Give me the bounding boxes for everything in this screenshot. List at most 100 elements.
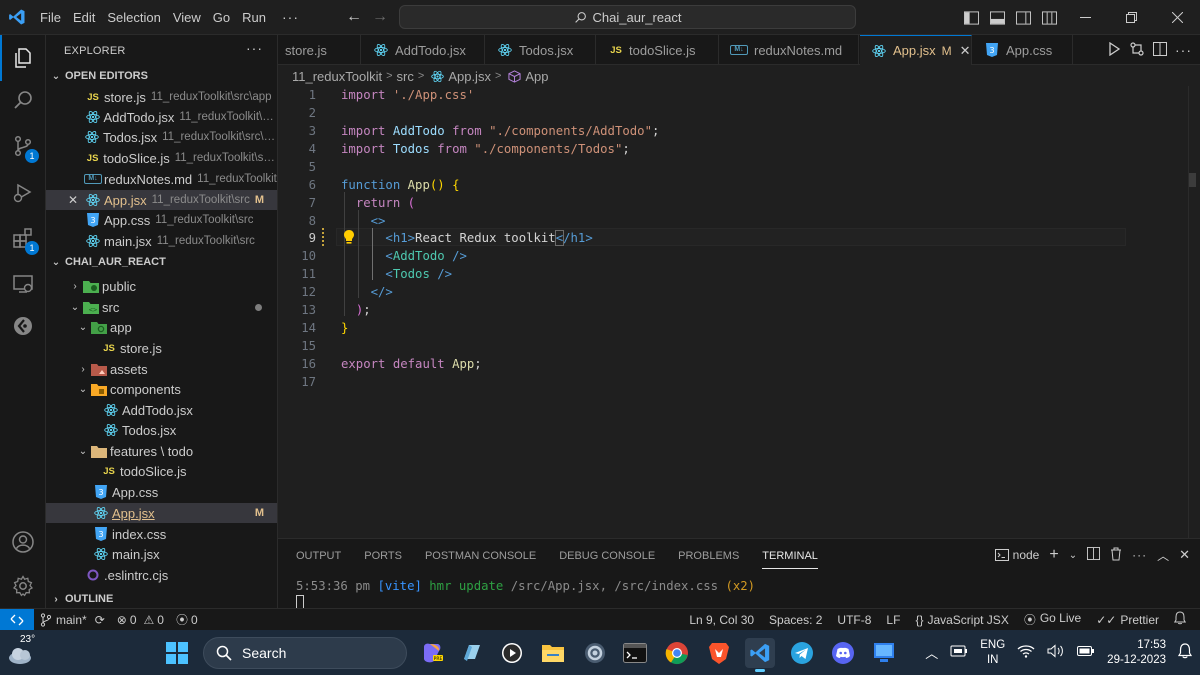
tree-folder-public[interactable]: › public (46, 276, 277, 296)
file-explorer-icon[interactable] (538, 638, 568, 668)
tree-file-app-jsx[interactable]: App.jsx M (46, 503, 277, 523)
explorer-more-button[interactable]: ··· (246, 40, 263, 56)
tree-folder-components[interactable]: ⌄ components (46, 379, 277, 399)
ports-status[interactable]: ⦿ 0 (176, 611, 198, 628)
open-editors-header[interactable]: ⌄ OPEN EDITORS (46, 65, 277, 87)
terminal-shell-selector[interactable]: node (994, 548, 1039, 562)
open-editor-item[interactable]: Todos.jsx 11_reduxToolkit\src\co... (46, 127, 277, 147)
remote-desktop-icon[interactable] (869, 638, 899, 668)
menu-more-button[interactable]: ··· (272, 6, 309, 30)
split-editor-icon[interactable] (1153, 41, 1167, 59)
chevron-down-icon[interactable]: ⌄ (1069, 550, 1077, 561)
more-actions-icon[interactable]: ··· (1132, 548, 1147, 562)
open-editor-item[interactable]: main.jsx 11_reduxToolkit\src (46, 231, 277, 251)
chevron-up-icon[interactable]: ︿ (925, 643, 938, 662)
go-live-button[interactable]: ⦿ Go Live (1024, 611, 1081, 628)
tree-folder-assets[interactable]: › assets (46, 359, 277, 379)
menu-view[interactable]: View (167, 6, 207, 30)
tree-folder-src[interactable]: ⌄ <> src (46, 297, 277, 317)
panel-tab-ports[interactable]: PORTS (364, 547, 402, 569)
explorer-icon[interactable] (0, 35, 46, 81)
copilot-icon[interactable]: PRE (417, 638, 447, 668)
battery-icon[interactable] (1077, 645, 1095, 660)
open-editor-item-active[interactable]: ✕ App.jsx 11_reduxToolkit\src M (46, 190, 277, 210)
open-editor-item[interactable]: 3 App.css 11_reduxToolkit\src (46, 210, 277, 230)
maximize-panel-icon[interactable]: ︿ (1157, 547, 1169, 564)
open-changes-icon[interactable] (1129, 41, 1145, 60)
manage-gear-icon[interactable] (0, 563, 46, 609)
menu-run[interactable]: Run (236, 6, 272, 30)
tab-todoslice-js[interactable]: JS todoSlice.js (597, 35, 719, 65)
problems-status[interactable]: ⊗ 0 ⚠ 0 (117, 613, 164, 627)
run-debug-icon[interactable] (0, 169, 46, 215)
tab-app-jsx[interactable]: App.jsx M ✕ (860, 35, 972, 65)
open-editor-item[interactable]: M↓ reduxNotes.md 11_reduxToolkit (46, 169, 277, 189)
open-editor-item[interactable]: AddTodo.jsx 11_reduxToolkit\sr... (46, 107, 277, 127)
extensions-icon[interactable]: 1 (0, 215, 46, 261)
language-mode[interactable]: {} JavaScript JSX (915, 613, 1008, 627)
panel-tab-terminal[interactable]: TERMINAL (762, 547, 818, 569)
indentation[interactable]: Spaces: 2 (769, 613, 822, 627)
breadcrumb-symbol[interactable]: App (525, 69, 548, 84)
breadcrumb-folder[interactable]: 11_reduxToolkit (292, 69, 382, 84)
toggle-primary-sidebar-icon[interactable] (958, 0, 984, 35)
branch-status[interactable]: main* ⟳ (40, 613, 105, 627)
open-editor-item[interactable]: JS store.js 11_reduxToolkit\src\app (46, 87, 277, 107)
tree-file-app-css[interactable]: 3 App.css (46, 482, 277, 502)
telegram-icon[interactable] (787, 638, 817, 668)
panel-tab-postman-console[interactable]: POSTMAN CONSOLE (425, 547, 536, 569)
taskbar-clock[interactable]: 17:53 29-12-2023 (1107, 638, 1166, 668)
close-panel-icon[interactable]: ✕ (1179, 547, 1190, 563)
notifications-bell-icon[interactable] (1173, 611, 1187, 628)
sync-icon[interactable]: ⟳ (95, 613, 105, 627)
tree-folder-app[interactable]: ⌄ app (46, 317, 277, 337)
prettier-status[interactable]: ✓✓ Prettier (1096, 613, 1159, 627)
terminal-app-icon[interactable] (620, 638, 650, 668)
minimize-icon[interactable] (1062, 0, 1108, 35)
wifi-icon[interactable] (1017, 644, 1035, 661)
windows-start-icon[interactable] (162, 638, 192, 668)
toggle-secondary-sidebar-icon[interactable] (1010, 0, 1036, 35)
outline-header[interactable]: › OUTLINE (46, 588, 277, 608)
toggle-panel-icon[interactable] (984, 0, 1010, 35)
tree-file-index-css[interactable]: 3 index.css (46, 524, 277, 544)
menu-file[interactable]: File (34, 6, 67, 30)
remote-indicator-icon[interactable] (0, 608, 34, 631)
tree-file-eslintrc[interactable]: .eslintrc.cjs (46, 565, 277, 585)
search-icon[interactable] (0, 77, 46, 123)
close-tab-icon[interactable]: ✕ (960, 43, 971, 59)
arrow-left-icon[interactable]: ← (346, 8, 362, 26)
panel-tab-output[interactable]: OUTPUT (296, 547, 341, 569)
breadcrumb-folder[interactable]: src (397, 69, 414, 84)
app-icon[interactable] (457, 638, 487, 668)
split-terminal-icon[interactable] (1087, 547, 1101, 563)
discord-icon[interactable] (828, 638, 858, 668)
arrow-right-icon[interactable]: → (372, 8, 388, 26)
tree-folder-features[interactable]: ⌄ features \ todo (46, 441, 277, 461)
media-player-icon[interactable] (497, 638, 527, 668)
close-icon[interactable]: ✕ (68, 193, 84, 207)
notification-bell-icon[interactable] (1177, 643, 1193, 662)
more-actions-icon[interactable]: ··· (1175, 42, 1192, 58)
taskbar-search[interactable]: Search (203, 637, 407, 669)
menu-selection[interactable]: Selection (101, 6, 166, 30)
project-header[interactable]: ⌄ CHAI_AUR_REACT (46, 251, 277, 273)
brave-browser-icon[interactable] (704, 638, 734, 668)
vscode-taskbar-icon[interactable] (745, 638, 775, 672)
tree-file-store[interactable]: JS store.js (46, 338, 277, 358)
tree-file-main-jsx[interactable]: main.jsx (46, 544, 277, 564)
encoding[interactable]: UTF-8 (837, 613, 871, 627)
trash-icon[interactable] (1110, 547, 1122, 564)
accounts-icon[interactable] (0, 519, 46, 565)
tab-todos-jsx[interactable]: Todos.jsx (486, 35, 596, 65)
customize-layout-icon[interactable] (1036, 0, 1062, 35)
new-terminal-icon[interactable]: + (1049, 546, 1058, 564)
end-of-line[interactable]: LF (886, 613, 900, 627)
language-indicator[interactable]: ENG IN (980, 638, 1005, 668)
source-control-icon[interactable]: 1 (0, 123, 46, 169)
tree-file-addtodo[interactable]: AddTodo.jsx (46, 400, 277, 420)
remote-explorer-icon[interactable] (0, 261, 46, 307)
panel-tab-debug-console[interactable]: DEBUG CONSOLE (559, 547, 655, 569)
code-editor[interactable]: 1 2 3 4 5 6 7 8 9 10 11 12 13 14 15 16 1… (278, 86, 1200, 538)
menu-go[interactable]: Go (207, 6, 236, 30)
